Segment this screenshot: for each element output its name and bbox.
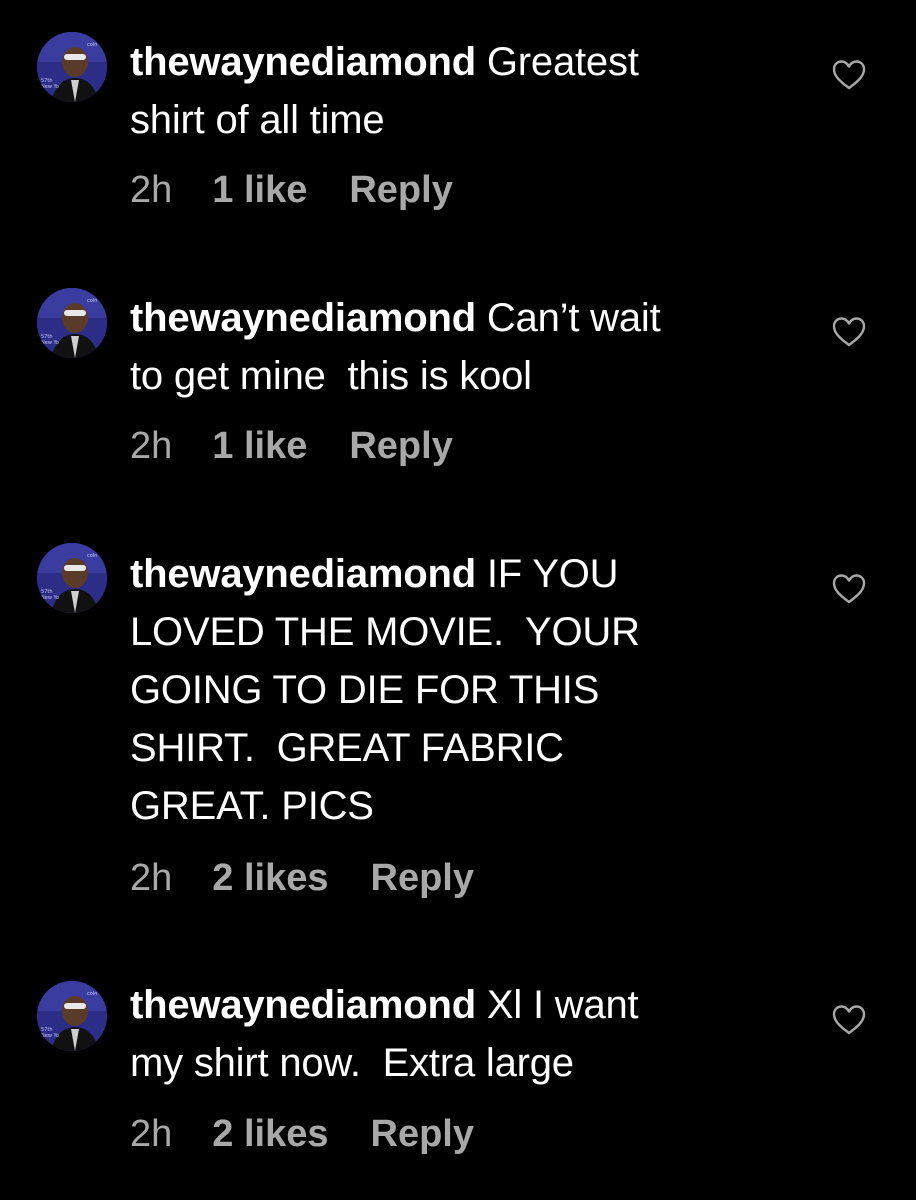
svg-text:New Yo: New Yo (41, 340, 59, 346)
comment-body: thewaynediamond Can’t wait to get mine t… (130, 289, 790, 405)
avatar[interactable]: 57th New Yo coln (37, 288, 107, 358)
comment-likes[interactable]: 2 likes (212, 1109, 328, 1159)
reply-button[interactable]: Reply (371, 853, 474, 903)
svg-text:New Yo: New Yo (41, 84, 59, 90)
comment-likes[interactable]: 1 like (212, 421, 307, 471)
comment-time: 2h (130, 857, 173, 899)
comment-time: 2h (130, 425, 173, 467)
svg-text:New Yo: New Yo (41, 595, 59, 601)
comment-meta: 2h 2 likes Reply (130, 853, 474, 903)
reply-button[interactable]: Reply (349, 165, 452, 215)
avatar[interactable]: 57th New Yo coln (37, 981, 107, 1051)
comment-likes[interactable]: 1 like (212, 165, 307, 215)
comment-time: 2h (130, 1113, 173, 1155)
avatar[interactable]: 57th New Yo coln (37, 32, 107, 102)
heart-outline-icon[interactable] (832, 1004, 866, 1036)
comment-meta: 2h 1 like Reply (130, 165, 453, 215)
reply-button[interactable]: Reply (349, 421, 452, 471)
heart-outline-icon[interactable] (832, 59, 866, 91)
heart-outline-icon[interactable] (832, 316, 866, 348)
reply-button[interactable]: Reply (371, 1109, 474, 1159)
comment-body: thewaynediamond IF YOU LOVED THE MOVIE. … (130, 545, 790, 835)
comment-meta: 2h 1 like Reply (130, 421, 453, 471)
heart-outline-icon[interactable] (832, 573, 866, 605)
comment-username[interactable]: thewaynediamond (130, 40, 476, 84)
svg-text:coln: coln (87, 991, 97, 997)
svg-text:coln: coln (87, 298, 97, 304)
comment-body: thewaynediamond Xl I want my shirt now. … (130, 976, 790, 1092)
comment-meta: 2h 2 likes Reply (130, 1109, 474, 1159)
svg-text:coln: coln (87, 42, 97, 48)
comment-username[interactable]: thewaynediamond (130, 552, 476, 596)
comment-username[interactable]: thewaynediamond (130, 296, 476, 340)
svg-text:New Yo: New Yo (41, 1033, 59, 1039)
comment-username[interactable]: thewaynediamond (130, 983, 476, 1027)
comment-body: thewaynediamond Greatest shirt of all ti… (130, 33, 790, 149)
comment-time: 2h (130, 169, 173, 211)
svg-text:coln: coln (87, 553, 97, 559)
avatar[interactable]: 57th New Yo coln (37, 543, 107, 613)
comment-likes[interactable]: 2 likes (212, 853, 328, 903)
